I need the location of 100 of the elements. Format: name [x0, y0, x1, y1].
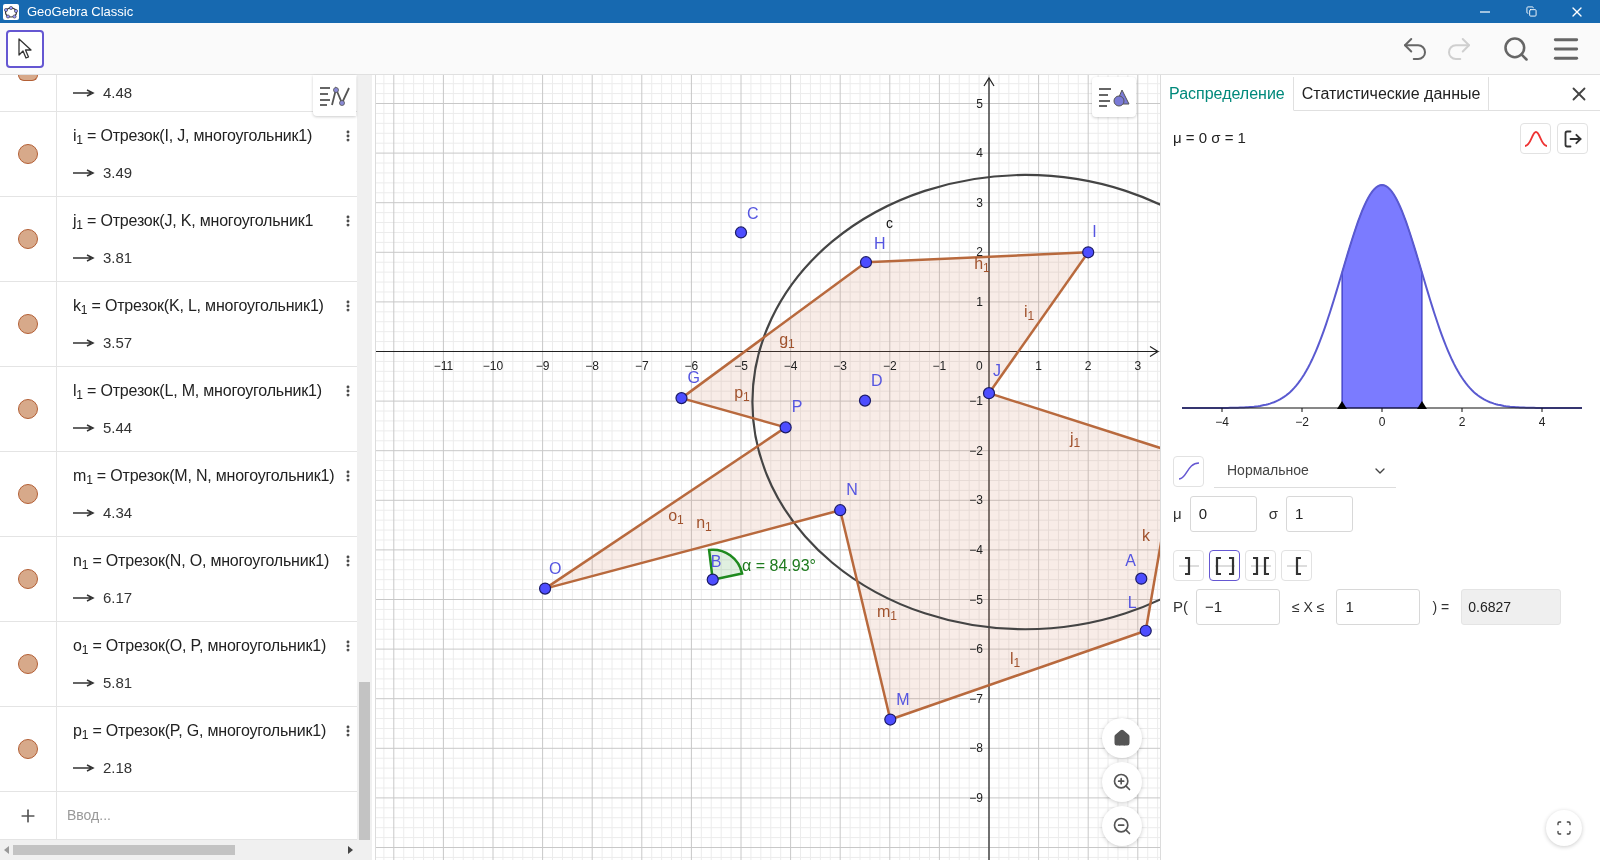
- tick-label: −1: [932, 359, 947, 372]
- definition-text[interactable]: l$_{1}$ = Отрезок(L, M, многоугольник1): [73, 378, 322, 403]
- definition-text[interactable]: j$_{1}$ = Отрезок(J, K, многоугольник1: [73, 208, 314, 233]
- tick-label: −4: [1215, 415, 1229, 429]
- point-label: L: [1127, 594, 1137, 611]
- segment-label: p$_{1}$: [734, 385, 750, 401]
- search-icon: [1502, 34, 1530, 63]
- visibility-toggle[interactable]: [18, 654, 38, 674]
- angle-label: α = 84.93°: [742, 558, 816, 574]
- result-arrow-icon: [73, 339, 95, 347]
- result-arrow-icon: [73, 89, 95, 97]
- tick-label: −2: [1295, 415, 1309, 429]
- logo-icon: [3, 3, 19, 20]
- point-label: D: [871, 372, 883, 389]
- tick-label: −8: [585, 359, 600, 372]
- parameter-label: σ: [1268, 503, 1278, 524]
- visibility-toggle[interactable]: [18, 144, 38, 164]
- parameter-label: μ: [1173, 503, 1182, 524]
- algebra-view-icon: [318, 84, 351, 107]
- tick-label: −6: [969, 643, 983, 656]
- result-value: 3.57: [103, 332, 133, 353]
- segment-label: i$_{1}$: [1023, 304, 1035, 320]
- definition-text[interactable]: k$_{1}$ = Отрезок(K, L, многоугольник1): [73, 293, 324, 318]
- tick-label: 1: [1035, 359, 1042, 372]
- zoom-out-button[interactable]: [1102, 806, 1142, 846]
- equals-label: ) =: [1432, 597, 1450, 617]
- zoom-in-button[interactable]: [1102, 762, 1142, 802]
- fullscreen-button[interactable]: [1546, 810, 1582, 846]
- parameter-field[interactable]: 0: [1189, 496, 1257, 532]
- tab[interactable]: Статистические данные: [1293, 77, 1490, 111]
- interval-mode-button[interactable]: [1209, 550, 1240, 581]
- visibility-toggle[interactable]: [18, 484, 38, 504]
- parameter-field[interactable]: 1: [1285, 496, 1353, 532]
- definition-text[interactable]: m$_{1}$ = Отрезок(M, N, многоугольник1): [73, 463, 335, 488]
- tick-label: −6: [684, 359, 699, 372]
- interval-marker[interactable]: [1337, 401, 1347, 409]
- lower-bound-field[interactable]: −1: [1196, 589, 1280, 625]
- point-label: A: [1125, 552, 1136, 569]
- result-value: 3.81: [103, 247, 133, 268]
- coordinate-geometry-drawing[interactable]: [376, 76, 1160, 860]
- point-label: M: [896, 691, 910, 708]
- point-label: N: [846, 482, 858, 499]
- result-value: 4.48: [103, 82, 133, 103]
- tick-label: 2: [1458, 415, 1466, 429]
- segment-label: j$_{1}$: [1069, 431, 1081, 447]
- result-value: 4.34: [103, 502, 133, 523]
- point-label: O: [549, 560, 562, 577]
- arrow-tool[interactable]: [6, 29, 44, 68]
- result-arrow-icon: [73, 679, 95, 687]
- home-icon: [1113, 729, 1131, 747]
- fullscreen-icon: [1556, 820, 1572, 836]
- point-label: C: [747, 206, 759, 223]
- interval-marker[interactable]: [1417, 401, 1427, 409]
- tick-label: −5: [969, 593, 983, 606]
- tick-label: 0: [1378, 415, 1386, 429]
- point-label: B: [710, 553, 722, 570]
- tick-label: −10: [482, 359, 504, 372]
- graphics-style-button[interactable]: [1092, 77, 1136, 117]
- visibility-toggle[interactable]: [18, 569, 38, 589]
- result-arrow-icon: [73, 254, 95, 262]
- visibility-toggle[interactable]: [18, 229, 38, 249]
- result-arrow-icon: [73, 594, 95, 602]
- point-label: I: [1092, 224, 1097, 241]
- tick-label: 4: [1538, 415, 1546, 429]
- tick-label: −2: [882, 359, 897, 372]
- definition-text[interactable]: o$_{1}$ = Отрезок(O, P, многоугольник1): [73, 633, 327, 658]
- point-label: G: [687, 370, 700, 387]
- tick-label: 5: [976, 97, 983, 110]
- export-button[interactable]: [1557, 123, 1588, 154]
- home-button[interactable]: [1102, 718, 1142, 758]
- point-label: P: [791, 399, 803, 416]
- result-arrow-icon: [73, 764, 95, 772]
- distribution-dropdown[interactable]: Нормальное: [1214, 454, 1396, 488]
- segment-label: n$_{1}$: [696, 515, 712, 531]
- tick-label: −4: [969, 543, 983, 556]
- normal-overlay-button[interactable]: [1520, 123, 1551, 154]
- horizontal-scrollbar[interactable]: [0, 840, 357, 860]
- inequality-label: ≤ X ≤: [1292, 597, 1325, 617]
- cumulative-button[interactable]: [1173, 455, 1204, 487]
- definition-text[interactable]: i$_{1}$ = Отрезок(I, J, многоугольник1): [73, 123, 313, 148]
- point-label: J: [993, 363, 1001, 380]
- visibility-toggle[interactable]: [18, 314, 38, 334]
- upper-bound-field[interactable]: 1: [1336, 589, 1421, 625]
- vertical-scrollbar[interactable]: [357, 75, 372, 860]
- result-arrow-icon: [73, 424, 95, 432]
- result-value: 5.81: [103, 672, 133, 693]
- zoom-in-icon: [1112, 772, 1132, 792]
- segment-label: h$_{1}$: [974, 256, 990, 272]
- visibility-toggle[interactable]: [18, 75, 38, 81]
- tick-label: −5: [734, 359, 748, 372]
- visibility-toggle[interactable]: [18, 739, 38, 759]
- definition-text[interactable]: p$_{1}$ = Отрезок(P, G, многоугольник1): [73, 718, 327, 743]
- tick-label: −7: [969, 692, 983, 705]
- definition-text[interactable]: n$_{1}$ = Отрезок(N, O, многоугольник1): [73, 548, 330, 573]
- tick-label: −4: [783, 359, 798, 372]
- tick-label: 3: [1134, 359, 1142, 372]
- visibility-toggle[interactable]: [18, 399, 38, 419]
- tick-label: 0: [976, 359, 983, 372]
- result-value: 3.49: [103, 162, 133, 183]
- algebra-style-button[interactable]: [313, 75, 356, 116]
